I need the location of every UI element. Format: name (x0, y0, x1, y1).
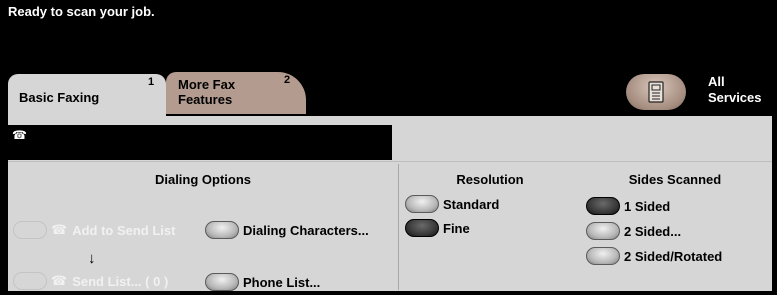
sides-2-sided-label: 2 Sided... (624, 223, 682, 239)
resolution-heading: Resolution (456, 172, 524, 187)
phone-list-pill (205, 273, 239, 291)
add-to-send-list-button[interactable]: ☎ Add to Send List (13, 221, 175, 239)
tab-more-fax-features-number: 2 (284, 74, 291, 86)
sides-2-sided-pill (586, 222, 620, 240)
sides-1-sided-label: 1 Sided (624, 198, 671, 214)
send-list-pill (13, 272, 47, 290)
sides-2-sided-rotated-pill (586, 247, 620, 265)
section-divider-vertical (398, 164, 399, 290)
resolution-fine-label: Fine (443, 220, 470, 236)
sides-1-sided-pill (586, 197, 620, 215)
tab-basic-faxing-label: Basic Faxing (19, 90, 100, 105)
all-services-label-line2: Services (708, 90, 762, 105)
sides-2-sided-rotated-option[interactable]: 2 Sided/Rotated (586, 247, 722, 265)
dialing-characters-label: Dialing Characters... (243, 222, 369, 238)
section-divider-horizontal (8, 161, 772, 162)
add-to-send-list-pill (13, 221, 47, 239)
phone-icon: ☎ (51, 273, 68, 288)
all-services-label-line1: All (708, 74, 725, 89)
tab-more-fax-features-label-line2: Features (178, 92, 233, 107)
all-services-label: All Services (708, 74, 762, 106)
sides-scanned-heading: Sides Scanned (628, 172, 722, 187)
tab-basic-faxing-number: 1 (148, 76, 155, 88)
dialing-characters-pill (205, 221, 239, 239)
resolution-standard-pill (405, 195, 439, 213)
resolution-fine-option[interactable]: Fine (405, 219, 470, 237)
sides-1-sided-option[interactable]: 1 Sided (586, 197, 670, 215)
send-list-button[interactable]: ☎ Send List... ( 0 ) (13, 272, 168, 290)
send-list-label: Send List... ( 0 ) (72, 273, 169, 289)
resolution-fine-pill (405, 219, 439, 237)
status-message: Ready to scan your job. (8, 4, 155, 19)
dialing-characters-button[interactable]: Dialing Characters... (205, 221, 369, 239)
services-icon (648, 81, 664, 103)
resolution-standard-label: Standard (443, 196, 500, 212)
phone-list-label: Phone List... (243, 274, 321, 290)
sides-2-sided-option[interactable]: 2 Sided... (586, 222, 681, 240)
dialing-options-heading: Dialing Options (154, 172, 252, 187)
tab-more-fax-features[interactable]: More Fax Features 2 (166, 72, 306, 114)
all-services-button[interactable]: All Services (622, 72, 772, 112)
tab-more-fax-features-label-line1: More Fax (178, 77, 236, 92)
phone-icon: ☎ (12, 128, 27, 142)
fax-number-field[interactable]: ☎ (8, 125, 392, 160)
phone-list-button[interactable]: Phone List... (205, 273, 320, 291)
arrow-down-icon: ↓ (88, 250, 96, 267)
tab-basic-faxing[interactable]: Basic Faxing 1 (8, 74, 166, 118)
phone-icon: ☎ (51, 222, 68, 237)
all-services-bubble (626, 74, 686, 110)
resolution-standard-option[interactable]: Standard (405, 195, 499, 213)
add-to-send-list-label: Add to Send List (72, 222, 176, 238)
sides-2-sided-rotated-label: 2 Sided/Rotated (624, 248, 723, 264)
